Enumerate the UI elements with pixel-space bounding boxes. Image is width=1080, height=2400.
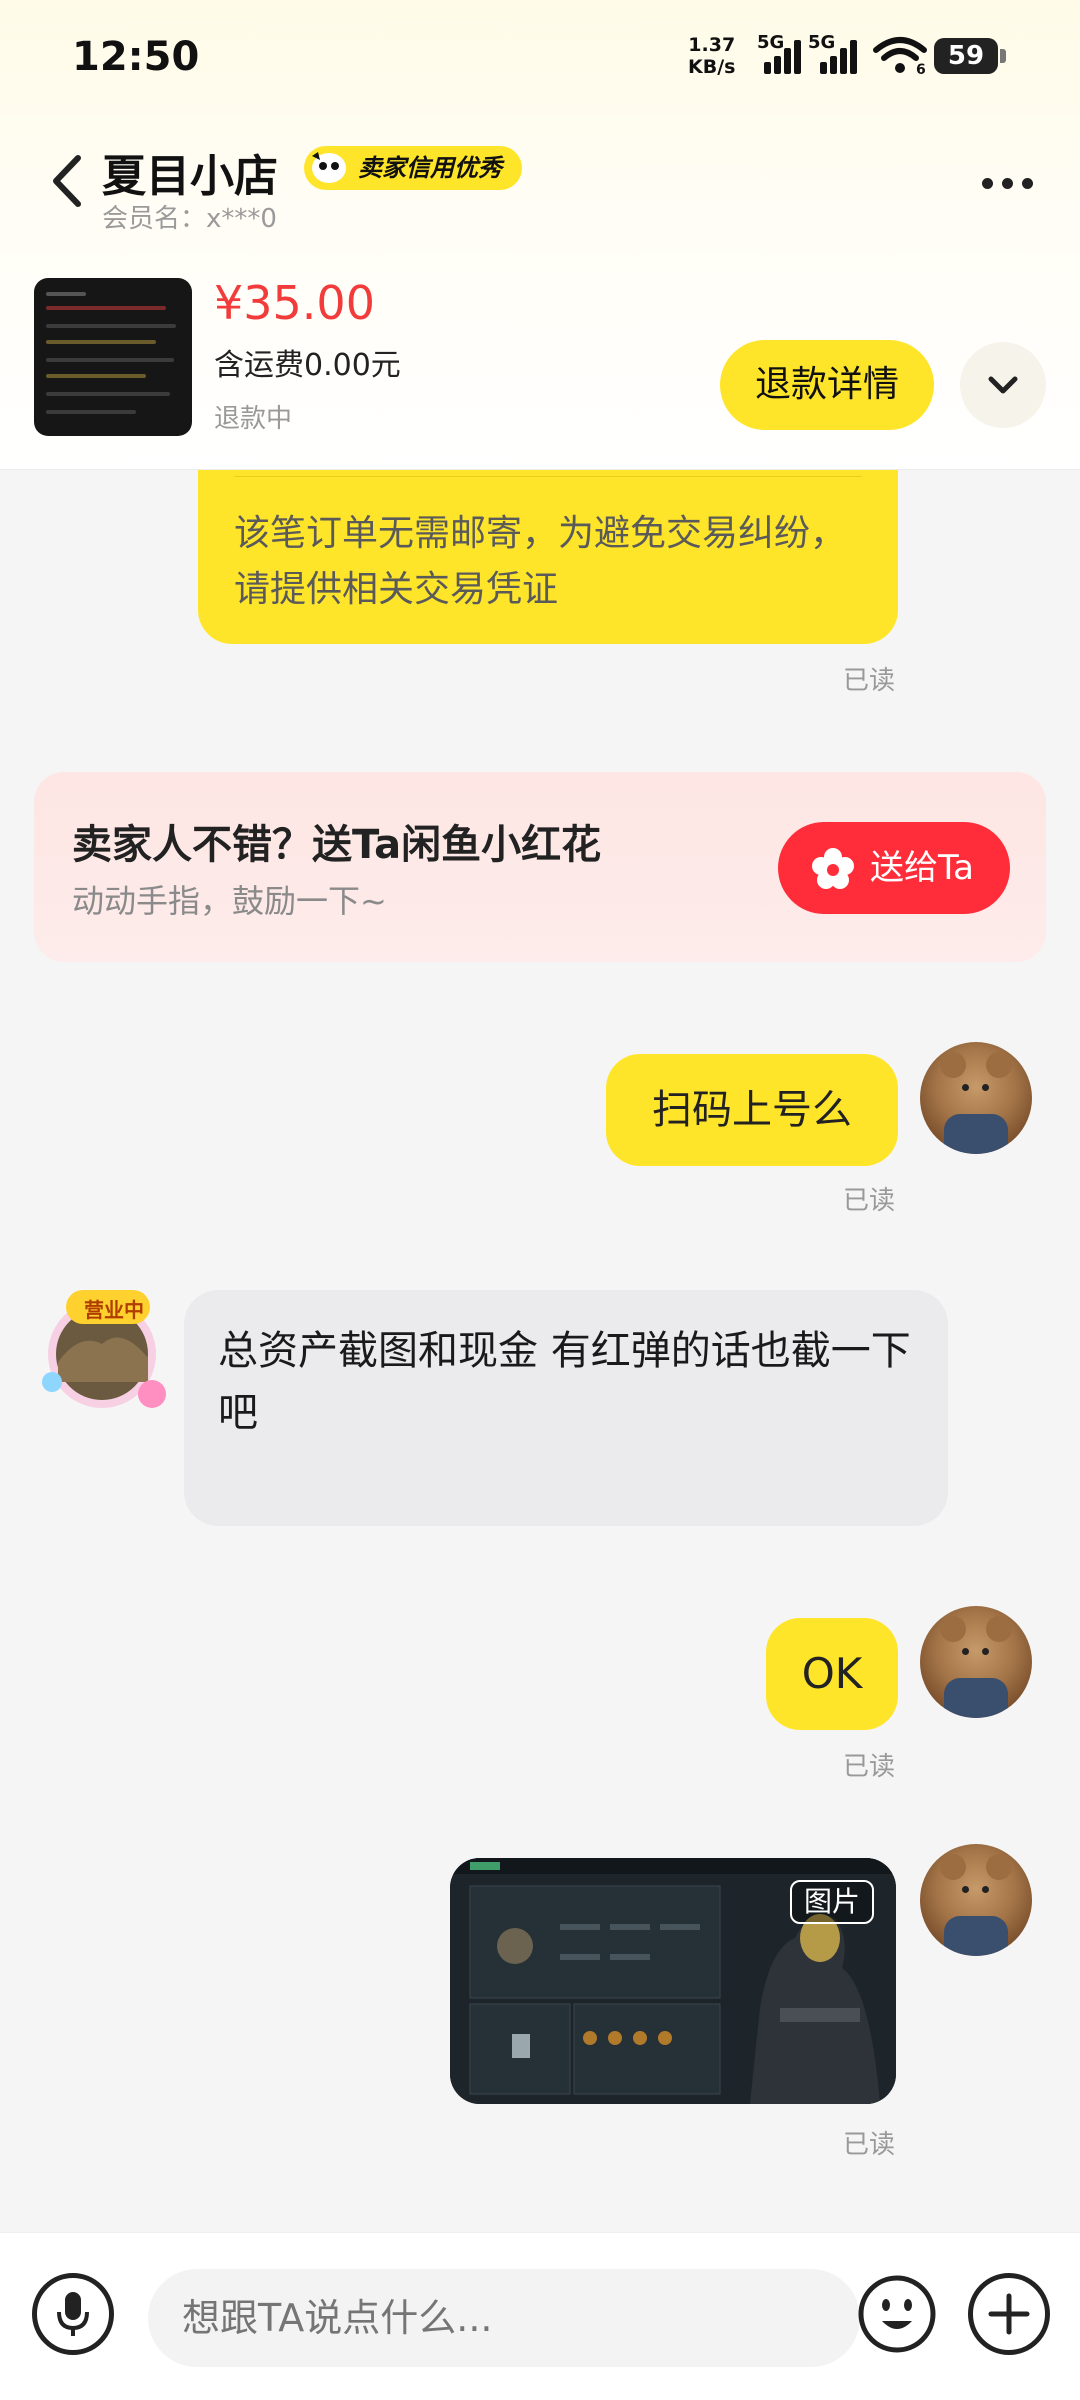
seller-avatar[interactable]: 营业中: [40, 1282, 170, 1412]
refund-details-button[interactable]: 退款详情: [720, 340, 934, 430]
input-bar: [0, 2232, 1080, 2400]
send-flower-label: 送给Ta: [870, 848, 974, 888]
network-speed-value: 1.37: [688, 34, 736, 56]
message-bubble[interactable]: 该笔订单无需邮寄，为避免交易纠纷，请提供相关交易凭证: [198, 470, 898, 644]
message-text: 扫码上号么: [652, 1087, 852, 1133]
more-options-button[interactable]: [970, 160, 1046, 204]
fish-mascot-icon: [312, 152, 346, 183]
order-price: ¥35.00: [214, 276, 375, 330]
read-receipt: 已读: [843, 1186, 896, 1216]
read-receipt: 已读: [843, 1752, 896, 1782]
emoji-icon[interactable]: [856, 2273, 938, 2355]
back-button[interactable]: [40, 146, 100, 216]
message-bubble[interactable]: 总资产截图和现金 有红弹的话也截一下吧: [184, 1290, 948, 1526]
read-receipt: 已读: [843, 666, 896, 696]
order-status: 退款中: [214, 404, 293, 434]
credit-badge-label: 卖家信用优秀: [358, 154, 502, 182]
shop-name[interactable]: 夏目小店: [102, 140, 278, 204]
signal-2-icon: 5G: [808, 32, 860, 74]
gift-title: 卖家人不错？送Ta闲鱼小红花: [72, 822, 602, 868]
credit-badge[interactable]: 卖家信用优秀: [304, 146, 522, 190]
image-message[interactable]: 图片: [450, 1858, 896, 2104]
message-bubble[interactable]: OK: [766, 1618, 898, 1730]
message-text: 总资产截图和现金 有红弹的话也截一下吧: [218, 1328, 911, 1436]
network-speed: 1.37 KB/s: [688, 34, 735, 78]
order-thumbnail[interactable]: [34, 278, 192, 436]
my-avatar[interactable]: [920, 1606, 1032, 1718]
battery-indicator: 59: [934, 38, 1006, 74]
read-receipt: 已读: [843, 2130, 896, 2160]
gift-card: 卖家人不错？送Ta闲鱼小红花 动动手指，鼓励一下~ 送给Ta: [34, 772, 1046, 962]
flower-icon: [812, 848, 854, 889]
signal-2-tag: 5G: [808, 32, 836, 53]
microphone-icon[interactable]: [32, 2273, 114, 2355]
order-shipping: 含运费0.00元: [214, 348, 401, 383]
send-flower-button[interactable]: 送给Ta: [778, 822, 1010, 914]
gift-subtitle: 动动手指，鼓励一下~: [72, 882, 387, 920]
signal-1-tag: 5G: [757, 32, 785, 53]
signal-icon: 5G: [757, 32, 804, 74]
message-text: 该笔订单无需邮寄，为避免交易纠纷，请提供相关交易凭证: [234, 513, 847, 610]
message-input[interactable]: [148, 2269, 860, 2367]
image-label: 图片: [789, 1880, 874, 1924]
status-time: 12:50: [72, 34, 200, 80]
status-bar: 12:50 1.37 KB/s 5G 5G 6 59: [0, 0, 1080, 120]
chevron-down-icon[interactable]: [960, 342, 1046, 428]
message-text: OK: [801, 1649, 863, 1698]
my-avatar[interactable]: [920, 1844, 1032, 1956]
my-avatar[interactable]: [920, 1042, 1032, 1154]
seller-status-badge: 营业中: [84, 1298, 144, 1322]
wifi-icon: 6: [873, 37, 927, 76]
plus-icon[interactable]: [968, 2273, 1050, 2355]
member-name: 会员名：x***0: [102, 204, 277, 234]
wifi-tag: 6: [916, 62, 926, 76]
message-bubble[interactable]: 扫码上号么: [606, 1054, 898, 1166]
bubble-divider: [234, 476, 862, 477]
network-speed-unit: KB/s: [688, 56, 736, 78]
